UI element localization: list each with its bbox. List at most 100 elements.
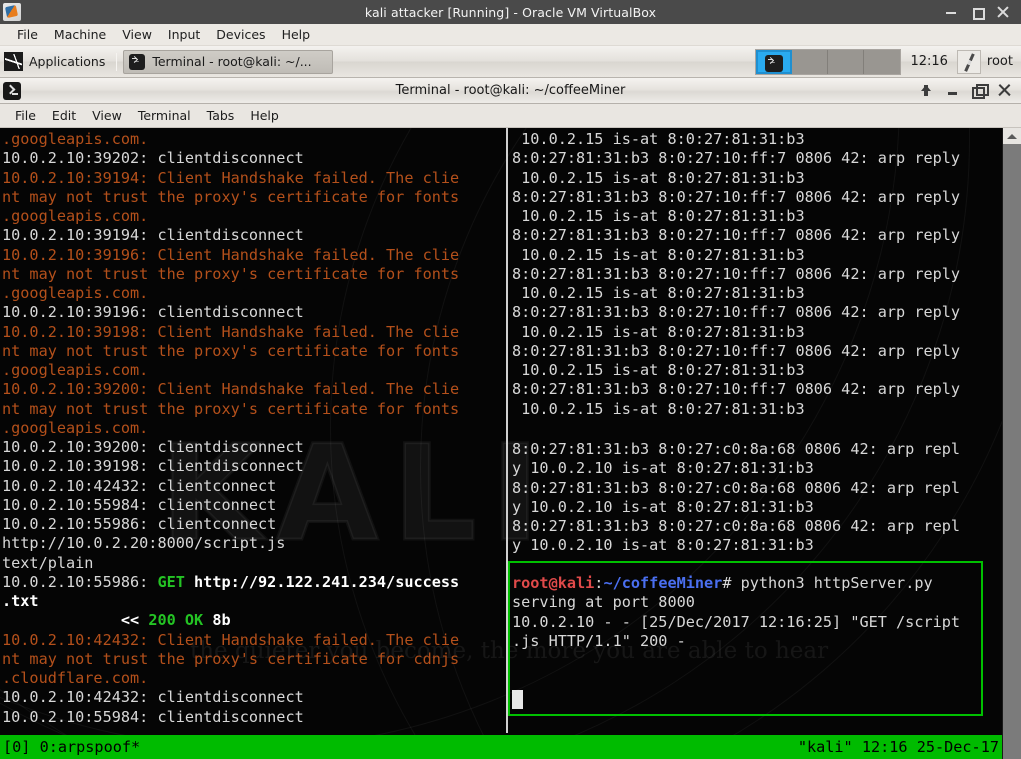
terminal-line: 10.0.2.10:42432: Client Handshake failed… — [2, 631, 502, 650]
minimize-icon[interactable] — [946, 84, 959, 97]
tmux-session[interactable]: KALI the quieter you become, the more yo… — [0, 128, 1002, 759]
terminal-line: nt may not trust the proxy's certificate… — [2, 188, 502, 207]
terminal-line: 10.0.2.10 - - [25/Dec/2017 12:16:25] "GE… — [512, 613, 1002, 632]
menu-help[interactable]: Help — [274, 25, 319, 44]
virtualbox-title: kali attacker [Running] - Oracle VM Virt… — [0, 5, 1021, 20]
terminal-line: .txt — [2, 592, 502, 611]
tab-help[interactable]: Help — [242, 106, 287, 125]
xfce-panel: Applications Terminal - root@kali: ~/... — [0, 46, 1021, 78]
roll-up-icon[interactable] — [920, 84, 933, 97]
close-icon[interactable] — [998, 84, 1011, 97]
window-task-list: Terminal - root@kali: ~/... — [121, 50, 333, 74]
terminal-line: 10.0.2.10:39196: Client Handshake failed… — [2, 246, 502, 265]
terminal-text: http://92.122.241.234/success — [194, 573, 459, 591]
terminal-line: .googleapis.com. — [2, 130, 502, 149]
terminal-line: 8:0:27:81:31:b3 8:0:27:10:ff:7 0806 42: … — [512, 265, 1002, 284]
terminal-line: 8:0:27:81:31:b3 8:0:27:10:ff:7 0806 42: … — [512, 342, 1002, 361]
tmux-pane-arpspoof-active[interactable]: 8:0:27:81:31:b3 8:0:27:c0:8a:68 0806 42:… — [512, 440, 1002, 556]
panel-clock[interactable]: 12:16 — [901, 54, 956, 69]
terminal-line: 10.0.2.10:55984: clientdisconnect — [2, 708, 502, 727]
terminal-titlebar: Terminal - root@kali: ~/coffeeMiner — [0, 78, 1021, 104]
applications-menu-button[interactable]: Applications — [0, 46, 112, 77]
terminal-text: 10.0.2.10 - - [25/Dec/2017 12:16:25] "GE… — [512, 613, 960, 631]
terminal-text: 10.0.2.10:39200: Client Handshake failed… — [2, 380, 459, 398]
terminal-line: 10.0.2.10:39194: Client Handshake failed… — [2, 169, 502, 188]
terminal-line: 8:0:27:81:31:b3 8:0:27:c0:8a:68 0806 42:… — [512, 479, 1002, 498]
terminal-text: .googleapis.com. — [2, 284, 148, 302]
terminal-line: 10.0.2.15 is-at 8:0:27:81:31:b3 — [512, 246, 1002, 265]
menu-view[interactable]: View — [114, 25, 160, 44]
terminal-line: 10.0.2.10:39198: clientdisconnect — [2, 457, 502, 476]
tmux-status-bar: [0] 0:arpspoof* "kali" 12:16 25-Dec-17 — [0, 735, 1002, 759]
tmux-pane-httpserver[interactable]: root@kali:~/coffeeMiner# python3 httpSer… — [512, 574, 1002, 674]
workspace-switcher[interactable] — [755, 49, 901, 75]
network-tray-icon[interactable] — [957, 50, 981, 74]
terminal-text: .googleapis.com. — [2, 207, 148, 225]
terminal-window-controls — [920, 84, 1021, 97]
terminal-line: 10.0.2.15 is-at 8:0:27:81:31:b3 — [512, 400, 1002, 419]
terminal-icon — [765, 55, 783, 72]
terminal-scrollbar[interactable] — [1002, 128, 1021, 759]
terminal-text: 10.0.2.10:42432: clientdisconnect — [2, 688, 304, 706]
user-label[interactable]: root — [987, 54, 1021, 69]
tab-terminal[interactable]: Terminal — [130, 106, 199, 125]
terminal-text: 10.0.2.10:39202: clientdisconnect — [2, 149, 304, 167]
terminal-menubar: File Edit View Terminal Tabs Help — [0, 104, 1021, 128]
menu-machine[interactable]: Machine — [46, 25, 114, 44]
menu-input[interactable]: Input — [160, 25, 208, 44]
close-icon[interactable] — [997, 6, 1009, 18]
tmux-pane-divider-vertical[interactable] — [506, 128, 508, 733]
terminal-text: 10.0.2.10:39196: clientdisconnect — [2, 303, 304, 321]
terminal-window: Terminal - root@kali: ~/coffeeMiner File… — [0, 78, 1021, 759]
terminal-line: 10.0.2.10:55984: clientconnect — [2, 496, 502, 515]
terminal-line: << 200 OK 8b — [2, 611, 502, 630]
terminal-line: 10.0.2.15 is-at 8:0:27:81:31:b3 — [512, 361, 1002, 380]
terminal-text: nt may not trust the proxy's certificate… — [2, 188, 459, 206]
tmux-pane-arpspoof-top[interactable]: 10.0.2.15 is-at 8:0:27:81:31:b38:0:27:81… — [512, 130, 1002, 433]
terminal-line: 10.0.2.15 is-at 8:0:27:81:31:b3 — [512, 323, 1002, 342]
terminal-line: 10.0.2.10:39200: clientdisconnect — [2, 438, 502, 457]
tmux-pane-mitmproxy[interactable]: .googleapis.com.10.0.2.10:39202: clientd… — [2, 130, 502, 733]
menu-devices[interactable]: Devices — [208, 25, 273, 44]
terminal-text: ~/coffeeMiner — [603, 574, 722, 592]
terminal-line: 8:0:27:81:31:b3 8:0:27:c0:8a:68 0806 42:… — [512, 517, 1002, 536]
workspace-1[interactable] — [756, 50, 792, 74]
scrollbar-thumb[interactable] — [1003, 144, 1021, 759]
tmux-status-right: "kali" 12:16 25-Dec-17 — [798, 738, 999, 756]
maximize-icon[interactable] — [972, 84, 985, 97]
virtualbox-window-controls — [945, 6, 1021, 18]
workspace-4[interactable] — [864, 50, 900, 74]
terminal-text: .googleapis.com. — [2, 419, 148, 437]
terminal-text: nt may not trust the proxy's certificate… — [2, 265, 459, 283]
terminal-line: 8:0:27:81:31:b3 8:0:27:10:ff:7 0806 42: … — [512, 226, 1002, 245]
scroll-up-arrow-icon[interactable] — [1003, 128, 1021, 144]
terminal-text: 10.0.2.10:39194: clientdisconnect — [2, 226, 304, 244]
workspace-2[interactable] — [792, 50, 828, 74]
terminal-text: 10.0.2.10:39200: clientdisconnect — [2, 438, 304, 456]
taskbar-item-terminal[interactable]: Terminal - root@kali: ~/... — [123, 50, 333, 74]
terminal-line: 10.0.2.10:55986: GET http://92.122.241.2… — [2, 573, 502, 592]
terminal-text: GET — [157, 573, 194, 591]
minimize-icon[interactable] — [945, 6, 957, 18]
terminal-text: .cloudflare.com. — [2, 669, 148, 687]
tab-edit[interactable]: Edit — [44, 106, 84, 125]
terminal-line: .js HTTP/1.1" 200 - — [512, 632, 1002, 651]
terminal-line: serving at port 8000 — [512, 593, 1002, 612]
terminal-line: 10.0.2.10:42432: clientconnect — [2, 477, 502, 496]
terminal-text: root@kali — [512, 574, 594, 592]
panel-right-area: 12:16 root — [755, 46, 1021, 77]
maximize-icon[interactable] — [971, 6, 983, 18]
terminal-line: 8:0:27:81:31:b3 8:0:27:10:ff:7 0806 42: … — [512, 380, 1002, 399]
terminal-line: 10.0.2.10:55986: clientconnect — [2, 515, 502, 534]
menu-file[interactable]: File — [9, 25, 46, 44]
tmux-window-list[interactable]: [0] 0:arpspoof* — [3, 738, 140, 756]
terminal-line: 8:0:27:81:31:b3 8:0:27:c0:8a:68 0806 42:… — [512, 440, 1002, 459]
workspace-3[interactable] — [828, 50, 864, 74]
terminal-text: nt may not trust the proxy's certificate… — [2, 650, 459, 668]
terminal-line: nt may not trust the proxy's certificate… — [2, 650, 502, 669]
tab-tabs[interactable]: Tabs — [199, 106, 243, 125]
tab-file[interactable]: File — [7, 106, 44, 125]
terminal-text: nt may not trust the proxy's certificate… — [2, 342, 459, 360]
tab-view[interactable]: View — [84, 106, 130, 125]
terminal-cursor — [512, 690, 523, 709]
